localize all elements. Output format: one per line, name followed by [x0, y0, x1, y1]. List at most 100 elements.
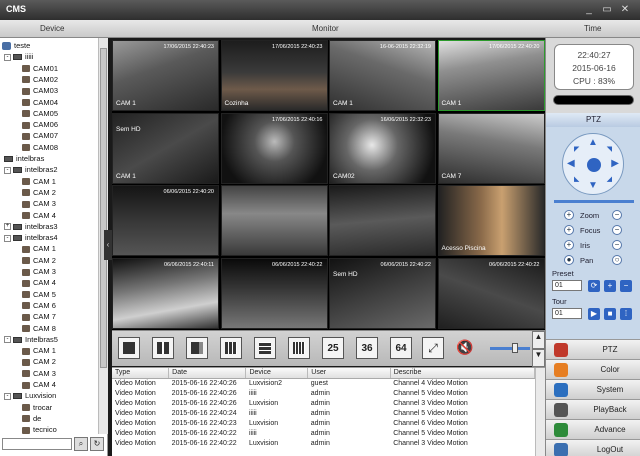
ptz-down-icon[interactable]: ▼ — [588, 180, 598, 191]
log-row[interactable]: Video Motion 2015-06-16 22:40:26 iiiii admi… — [112, 388, 535, 398]
maximize-icon[interactable]: ▭ — [600, 3, 614, 16]
camera-view[interactable]: CAM 1 17/06/2015 22:40:20 — [437, 40, 545, 111]
tree-camera-item[interactable]: CAM 2 — [22, 356, 56, 367]
pan-stop-icon[interactable]: ○ — [612, 255, 622, 265]
log-row[interactable]: Video Motion 2015-06-16 22:40:24 iiiii admi… — [112, 408, 535, 418]
layout-13-button[interactable] — [254, 337, 276, 359]
device-tree[interactable]: teste - iiiii CAM01 CAM02 CAM03 CAM04 CAM05 CAM0… — [0, 38, 98, 434]
tree-device-item[interactable]: - Intelbras5 — [4, 334, 58, 345]
log-column-header[interactable]: Type — [112, 368, 170, 379]
tree-camera-item[interactable]: CAM08 — [22, 142, 58, 153]
volume-slider[interactable] — [490, 347, 530, 350]
minimize-icon[interactable]: _ — [582, 3, 596, 16]
fullscreen-icon[interactable]: ⤢ — [422, 337, 444, 359]
scroll-up-icon[interactable]: ▲ — [532, 331, 545, 349]
tree-camera-item[interactable]: trocar — [22, 402, 52, 413]
log-row[interactable]: Video Motion 2015-06-16 22:40:23 Luxvision… — [112, 418, 535, 428]
tree-camera-item[interactable]: CAM 5 — [22, 289, 56, 300]
preset-add-icon[interactable]: + — [604, 280, 616, 292]
tree-camera-item[interactable]: CAM06 — [22, 119, 58, 130]
log-column-header[interactable]: Device — [245, 368, 309, 379]
preset-remove-icon[interactable]: − — [620, 280, 632, 292]
tour-select[interactable]: 01 — [552, 308, 582, 319]
log-column-header[interactable]: User — [307, 368, 391, 379]
playback-menu-button[interactable]: PlayBack — [546, 399, 640, 419]
tree-group-item[interactable]: teste — [2, 40, 30, 51]
collapse-icon[interactable]: - — [4, 234, 11, 242]
layout-25-button[interactable]: 25 — [322, 337, 344, 359]
ptz-right-icon[interactable]: ▶ — [611, 158, 619, 169]
preset-select[interactable]: 01 — [552, 280, 582, 291]
expand-icon[interactable]: + — [4, 223, 11, 231]
camera-view[interactable]: 17/06/2015 22:40:16 — [220, 112, 328, 184]
scroll-down-icon[interactable]: ▼ — [532, 349, 545, 367]
camera-view[interactable]: CAM 1 17/06/2015 22:40:23 — [112, 40, 219, 111]
search-icon[interactable]: ⌕ — [74, 437, 88, 451]
tree-camera-item[interactable]: CAM 4 — [22, 277, 56, 288]
collapse-left-panel-icon[interactable]: ‹ — [104, 230, 112, 260]
zoom-out-icon[interactable]: − — [612, 210, 622, 220]
ptz-upleft-icon[interactable]: ◤ — [574, 145, 579, 153]
tree-device-item[interactable]: - Luxvision — [4, 390, 56, 401]
collapse-icon[interactable]: - — [4, 166, 11, 174]
tour-grid-icon[interactable]: ⁞ — [620, 308, 632, 320]
tour-stop-icon[interactable]: ■ — [604, 308, 616, 320]
close-icon[interactable]: ✕ — [618, 3, 632, 16]
tree-device-item[interactable]: + intelbras3 — [4, 221, 58, 232]
advance-menu-button[interactable]: Advance — [546, 419, 640, 439]
log-row[interactable]: Video Motion 2015-06-16 22:40:26 Luxvision… — [112, 398, 535, 408]
logout-menu-button[interactable]: LogOut — [546, 439, 640, 456]
tree-camera-item[interactable]: CAM05 — [22, 108, 58, 119]
layout-64-button[interactable]: 64 — [390, 337, 412, 359]
log-row[interactable]: Video Motion 2015-06-16 22:40:26 Luxvision… — [112, 378, 535, 388]
ptz-speed-slider[interactable] — [554, 200, 634, 203]
color-menu-button[interactable]: Color — [546, 359, 640, 379]
camera-view[interactable]: 06/06/2015 22:40:22 Sem HD — [329, 257, 436, 329]
zoom-in-icon[interactable]: + — [564, 210, 574, 220]
tree-device-item[interactable]: - intelbras4 — [4, 232, 58, 243]
log-row[interactable]: Video Motion 2015-06-16 22:40:22 Luxvision… — [112, 438, 535, 448]
layout-4-button[interactable] — [152, 337, 174, 359]
tree-camera-item[interactable]: CAM 7 — [22, 311, 56, 322]
volume-slider-handle[interactable] — [512, 343, 518, 353]
camera-view[interactable]: CAM 7 — [437, 112, 545, 184]
ptz-direction-pad[interactable]: ▲ ▼ ◀ ▶ ◤ ◥ ◣ ◢ — [562, 133, 624, 195]
layout-36-button[interactable]: 36 — [356, 337, 378, 359]
tree-search-input[interactable] — [2, 438, 72, 450]
toolbar-scroll[interactable]: ▲ ▼ — [532, 331, 545, 367]
layout-1-button[interactable] — [118, 337, 140, 359]
pan-icon[interactable]: ● — [564, 255, 574, 265]
camera-view[interactable] — [220, 185, 328, 256]
camera-view[interactable]: 06/06/2015 22:40:20 — [112, 185, 219, 256]
log-column-header[interactable]: Date — [168, 368, 247, 379]
camera-view[interactable]: CAM02 16/06/2015 22:32:23 — [329, 112, 436, 184]
tree-camera-item[interactable]: CAM 3 — [22, 266, 56, 277]
tree-camera-item[interactable]: CAM01 — [22, 63, 58, 74]
tree-camera-item[interactable]: CAM 6 — [22, 300, 56, 311]
iris-close-icon[interactable]: − — [612, 240, 622, 250]
tree-device-item[interactable]: intelbras — [4, 153, 44, 164]
iris-open-icon[interactable]: + — [564, 240, 574, 250]
camera-view[interactable]: 06/06/2015 22:40:22 — [220, 257, 328, 329]
tree-scroll-thumb[interactable] — [100, 48, 107, 368]
tree-camera-item[interactable]: de — [22, 413, 41, 424]
log-scrollbar[interactable] — [535, 368, 545, 456]
camera-view[interactable]: 06/06/2015 22:40:11 — [112, 257, 219, 329]
tree-device-item[interactable]: - iiiii — [4, 51, 33, 62]
tree-camera-item[interactable]: CAM 1 — [22, 176, 56, 187]
ptz-downright-icon[interactable]: ◢ — [607, 175, 612, 183]
collapse-icon[interactable]: - — [4, 336, 11, 344]
ptz-center-button[interactable] — [587, 158, 601, 172]
tree-camera-item[interactable]: CAM 3 — [22, 198, 56, 209]
tree-camera-item[interactable]: CAM 2 — [22, 187, 56, 198]
tree-camera-item[interactable]: CAM 4 — [22, 210, 56, 221]
preset-goto-icon[interactable]: ⟳ — [588, 280, 600, 292]
tree-camera-item[interactable]: CAM 4 — [22, 379, 56, 390]
ptz-up-icon[interactable]: ▲ — [588, 137, 598, 148]
tree-camera-item[interactable]: CAM03 — [22, 85, 58, 96]
ptz-upright-icon[interactable]: ◥ — [607, 145, 612, 153]
camera-view[interactable]: Acesso Piscina — [437, 185, 545, 256]
tree-device-item[interactable]: - intelbras2 — [4, 164, 58, 175]
camera-view[interactable]: Cozinha 17/06/2015 22:40:23 — [220, 40, 328, 111]
log-row[interactable]: Video Motion 2015-06-16 22:40:22 iiiii admi… — [112, 428, 535, 438]
